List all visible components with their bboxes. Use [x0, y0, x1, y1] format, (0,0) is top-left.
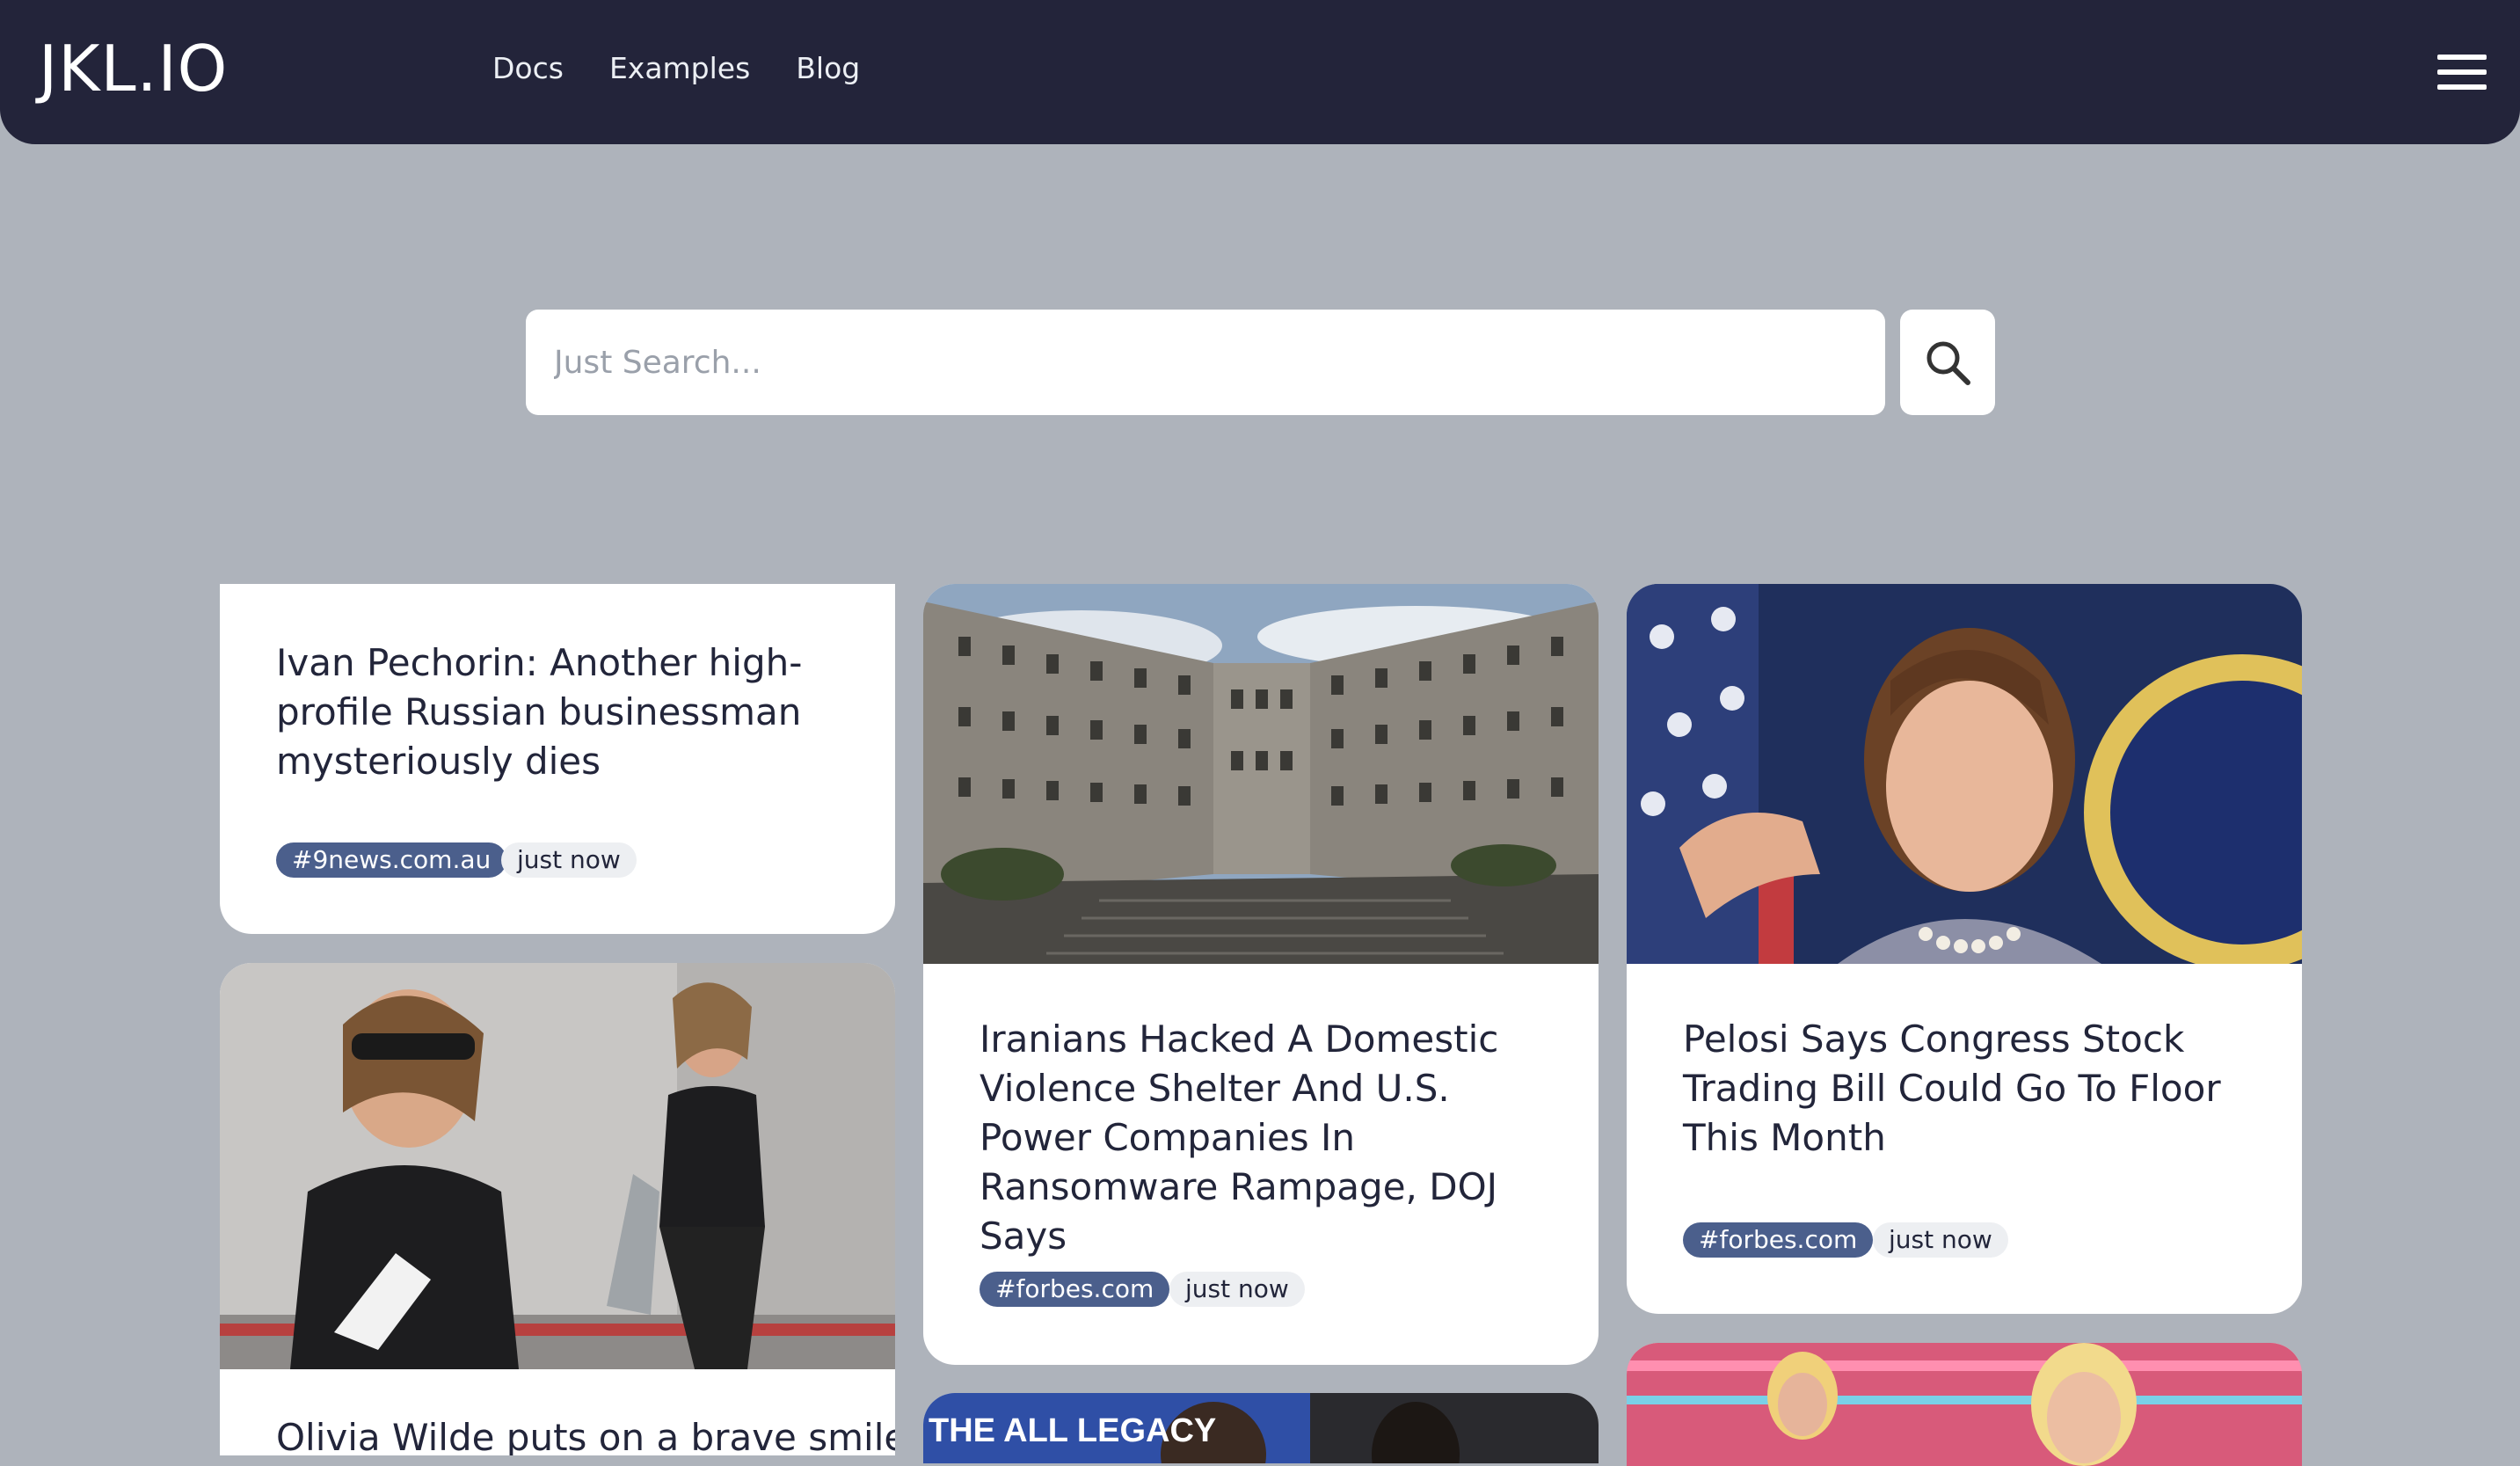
time-badge: just now	[1873, 1222, 2008, 1258]
article-title[interactable]: Ivan Pechorin: Another high-profile Russ…	[276, 638, 821, 786]
site-logo[interactable]: JKL.IO	[39, 32, 228, 106]
article-title[interactable]: Pelosi Says Congress Stock Trading Bill …	[1683, 1015, 2246, 1163]
main-nav: Docs Examples Blog	[492, 51, 860, 85]
article-card[interactable]: Ivan Pechorin: Another high-profile Russ…	[220, 584, 895, 934]
article-card[interactable]: THE ALL LEGACY	[923, 1393, 1599, 1463]
image-caption-text: THE ALL LEGACY	[929, 1412, 1217, 1449]
article-image[interactable]	[220, 963, 895, 1369]
article-card[interactable]: Olivia Wilde puts on a brave smile	[220, 963, 895, 1455]
search-icon	[1926, 341, 1970, 385]
nav-link-docs[interactable]: Docs	[492, 51, 564, 85]
article-title[interactable]: Olivia Wilde puts on a brave smile	[276, 1413, 895, 1455]
search-input[interactable]	[526, 310, 1885, 415]
time-badge: just now	[1169, 1272, 1305, 1307]
article-card[interactable]: Pelosi Says Congress Stock Trading Bill …	[1627, 584, 2302, 1314]
article-image[interactable]	[1627, 584, 2302, 964]
hamburger-icon[interactable]	[2437, 55, 2487, 90]
source-tag[interactable]: #forbes.com	[980, 1272, 1170, 1307]
time-badge: just now	[501, 842, 637, 878]
search-button[interactable]	[1900, 310, 1995, 415]
article-card[interactable]	[1627, 1343, 2302, 1466]
top-navigation-bar: JKL.IO Docs Examples Blog	[0, 0, 2520, 144]
nav-link-examples[interactable]: Examples	[609, 51, 750, 85]
source-tag[interactable]: #forbes.com	[1683, 1222, 1874, 1258]
article-image[interactable]	[923, 584, 1599, 964]
source-tag[interactable]: #9news.com.au	[276, 842, 507, 878]
article-title[interactable]: Iranians Hacked A Domestic Violence Shel…	[980, 1015, 1560, 1261]
nav-link-blog[interactable]: Blog	[796, 51, 860, 85]
article-card[interactable]: Iranians Hacked A Domestic Violence Shel…	[923, 584, 1599, 1365]
article-image[interactable]	[1627, 1343, 2302, 1466]
